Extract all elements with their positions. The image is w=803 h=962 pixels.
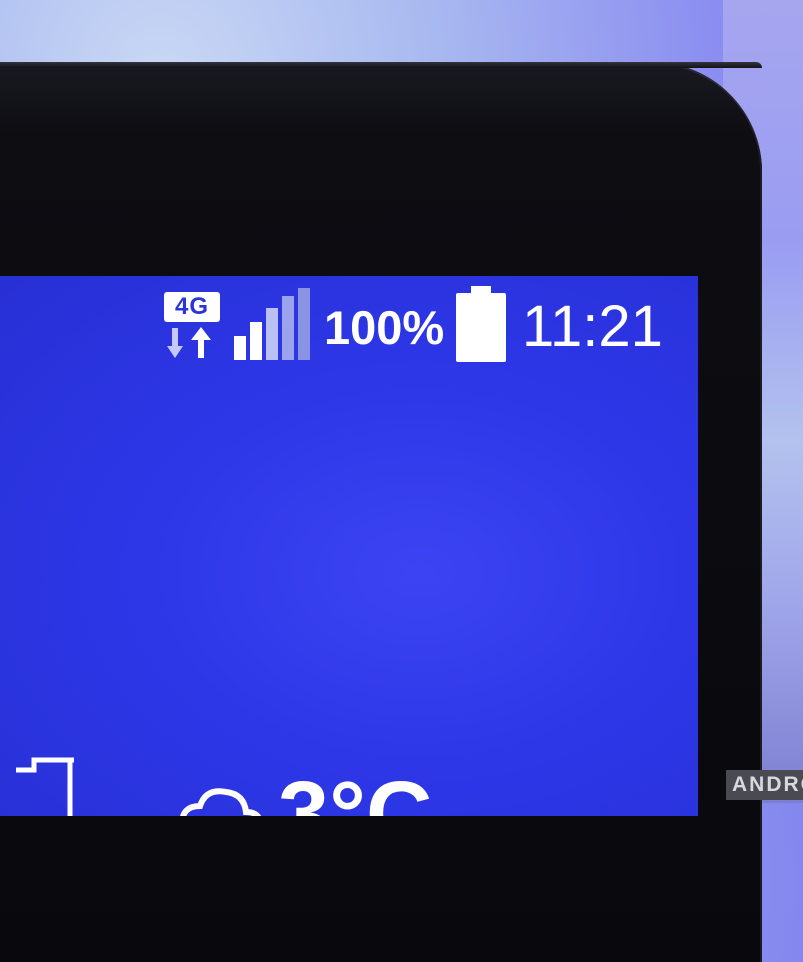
battery-full-icon xyxy=(456,286,506,362)
cloud-icon xyxy=(180,788,262,816)
battery-percentage: 100% xyxy=(324,301,445,354)
network-type-badge: 4G xyxy=(164,292,220,322)
temperature-reading: 3°C xyxy=(278,763,433,816)
signal-strength-icon xyxy=(234,288,310,360)
status-bar: 4G 100% 11:21 xyxy=(0,276,698,376)
watermark: ANDRO xyxy=(726,770,803,800)
data-transfer-arrows-icon xyxy=(167,327,211,358)
status-clock: 11:21 xyxy=(522,294,663,359)
phone-bezel-edge xyxy=(0,62,762,68)
phone-screen: 4G 100% 11:21 3°C xyxy=(0,276,698,816)
widget-bracket-icon xyxy=(16,757,74,816)
